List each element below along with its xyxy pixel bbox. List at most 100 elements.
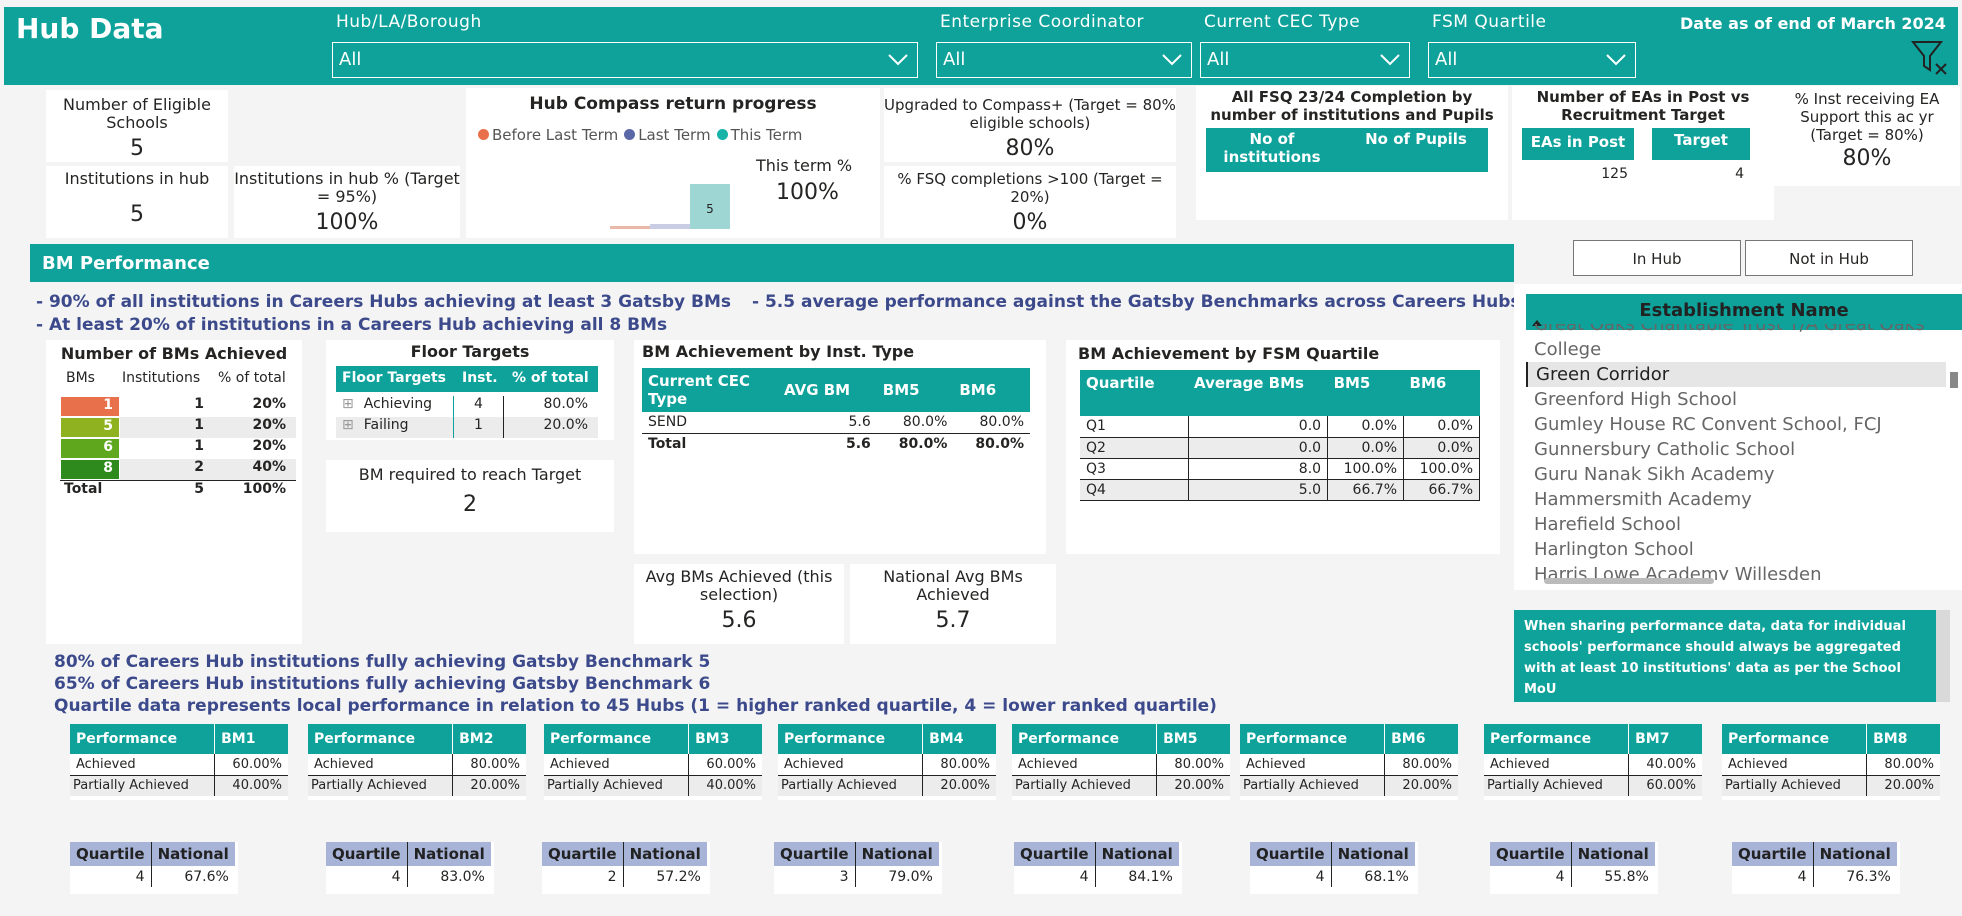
performance-table: Performance BM6 Achieved 80.00% Partially Ac… [1240, 724, 1458, 796]
establishment-item[interactable]: Guru Nanak Sikh Academy [1526, 462, 1946, 487]
table-row: ⊞ Achieving 4 80.0% [336, 396, 598, 417]
quartile-col: Quartile [1250, 842, 1332, 866]
establishment-item[interactable]: Harefield School [1526, 512, 1946, 537]
quartile-col: Quartile [326, 842, 408, 866]
inst-cell: 1 [194, 417, 204, 433]
filter-dropdown[interactable]: All [1428, 42, 1636, 78]
national-col: National [1095, 842, 1179, 866]
filter-dropdown[interactable]: All [1200, 42, 1410, 78]
quartile-value: 4 [326, 866, 408, 887]
pct-cell: 20% [252, 417, 286, 433]
performance-table-bm8: Performance BM8 Achieved 80.00% Partially Ac… [1722, 724, 1940, 800]
quartile-value: 4 [1014, 866, 1096, 887]
floor-targets-card: Floor Targets Floor Targets Inst. % of t… [326, 340, 614, 440]
table-row: 5 1 20% [60, 417, 296, 438]
national-avg-value: 5.7 [935, 608, 971, 633]
clear-filter-icon[interactable] [1910, 38, 1950, 78]
perf-achieved-label: Achieved [778, 754, 924, 775]
eligible-schools-value: 5 [130, 136, 144, 161]
total-label: Total [64, 481, 103, 497]
perf-partial-value: 20.00% [1174, 778, 1224, 794]
filter-dropdown[interactable]: All [936, 42, 1192, 78]
quartile-table-bm8: Quartile National 4 76.3% [1732, 842, 1900, 894]
foot-line2: 65% of Careers Hub institutions fully ac… [54, 674, 711, 694]
quartile-table: Quartile National 2 57.2% [542, 842, 707, 887]
table-row: 8 2 40% [60, 459, 296, 480]
compass-title: Hub Compass return progress [529, 94, 817, 114]
ea-card: Number of EAs in Post vs Recruitment Tar… [1512, 86, 1774, 220]
quartile-table: Quartile National 4 76.3% [1732, 842, 1897, 887]
slicer-hscrollbar[interactable] [1544, 578, 1714, 584]
privacy-note: When sharing performance data, data for … [1514, 610, 1950, 702]
quartile-value: 4 [70, 866, 152, 887]
floor-label-cell: ⊞ Achieving [336, 396, 454, 417]
filter-dropdown[interactable]: All [332, 42, 918, 78]
expand-icon[interactable]: ⊞ [342, 396, 354, 412]
quartile-value: 4 [1490, 866, 1572, 887]
establishment-item[interactable]: Gumley House RC Convent School, FCJ [1526, 412, 1946, 437]
establishment-item[interactable]: Gunnersbury Catholic School [1526, 437, 1946, 462]
quartile-value: 3 [774, 866, 856, 887]
quartile-col: Quartile [774, 842, 856, 866]
chevron-down-icon [1605, 49, 1627, 69]
floor-col-inst: Inst. [462, 370, 498, 386]
establishment-item[interactable]: Greenford High School [1526, 387, 1946, 412]
legend-item: Last Term [624, 126, 711, 144]
quartile-table: Quartile National 4 84.1% [1014, 842, 1179, 887]
establishment-item[interactable]: College [1526, 337, 1946, 362]
quartile-table-bm2: Quartile National 4 83.0% [326, 842, 494, 894]
not-in-hub-button[interactable]: Not in Hub [1745, 240, 1913, 276]
establishment-item[interactable]: Harlington School [1526, 537, 1946, 562]
national-value: 79.0% [888, 868, 933, 885]
fsm-cell: Q1 [1080, 416, 1189, 437]
insttype-col-bm5: BM5 [876, 368, 954, 412]
quartile-table: Quartile National 4 68.1% [1250, 842, 1415, 887]
insttype-table: Current CEC Type AVG BM BM5 BM6 SEND 5.6 80.0… [642, 368, 1030, 454]
perf-col-bm: BM6 [1384, 724, 1458, 754]
perf-col-performance: Performance [308, 724, 454, 754]
fsq-completion-card: All FSQ 23/24 Completion by number of in… [1196, 86, 1508, 220]
fsm-cell: 0.0% [1327, 416, 1405, 437]
national-col: National [1571, 842, 1655, 866]
fsq-value: 0% [1012, 210, 1048, 235]
bm-line1b: - 5.5 average performance against the Ga… [752, 292, 1521, 312]
insttype-total: 80.0% [975, 435, 1024, 452]
national-col: National [623, 842, 707, 866]
eligible-schools-label: Number of Eligible Schools [63, 95, 211, 132]
compass-legend: Before Last Term Last Term This Term [478, 126, 808, 144]
insttype-title: BM Achievement by Inst. Type [642, 342, 915, 361]
in-hub-button[interactable]: In Hub [1573, 240, 1741, 276]
expand-icon[interactable]: ⊞ [342, 417, 354, 433]
ea-post-value: 125 [1601, 166, 1628, 182]
dashboard-page: Hub Data Date as of end of March 2024 Nu… [0, 0, 1962, 916]
fsm-cell: Q3 [1080, 458, 1189, 479]
floor-inst: 4 [454, 396, 504, 417]
perf-col-performance: Performance [1012, 724, 1158, 754]
establishment-item[interactable]: Green Corridor [1526, 362, 1946, 387]
perf-col-performance: Performance [1484, 724, 1630, 754]
institutions-pct-value: 100% [315, 210, 379, 235]
quartile-table-bm1: Quartile National 4 67.6% [70, 842, 238, 894]
establishment-item[interactable]: Great Oaks Charitable Trust T/A Great Oa… [1526, 324, 1946, 337]
institutions-value: 5 [130, 202, 144, 227]
filter-label: Hub/LA/Borough [336, 12, 482, 32]
national-value: 84.1% [1128, 868, 1173, 885]
this-term-value: 100% [776, 180, 839, 205]
fsm-cell: Q2 [1080, 437, 1189, 458]
foot-line1: 80% of Careers Hub institutions fully ac… [54, 652, 711, 672]
upgraded-value: 80% [1005, 136, 1055, 161]
establishment-item[interactable]: Hammersmith Academy [1526, 487, 1946, 512]
quartile-value: 2 [542, 866, 624, 887]
perf-achieved-value: 80.00% [940, 756, 990, 772]
fsm-cell: 66.7% [1327, 479, 1405, 500]
perf-partial-value: 20.00% [470, 778, 520, 794]
quartile-col: Quartile [1014, 842, 1096, 866]
perf-col-performance: Performance [1722, 724, 1868, 754]
avg-selection-card: Avg BMs Achieved (this selection) 5.6 [634, 564, 844, 644]
perf-col-bm: BM8 [1866, 724, 1940, 754]
perf-achieved-label: Achieved [544, 754, 690, 775]
table-row: Q1 0.0 0.0% 0.0% [1080, 416, 1480, 437]
slicer-scrollbar[interactable] [1950, 372, 1958, 388]
perf-achieved-value: 80.00% [1174, 756, 1224, 772]
bar-last-term [650, 224, 690, 229]
